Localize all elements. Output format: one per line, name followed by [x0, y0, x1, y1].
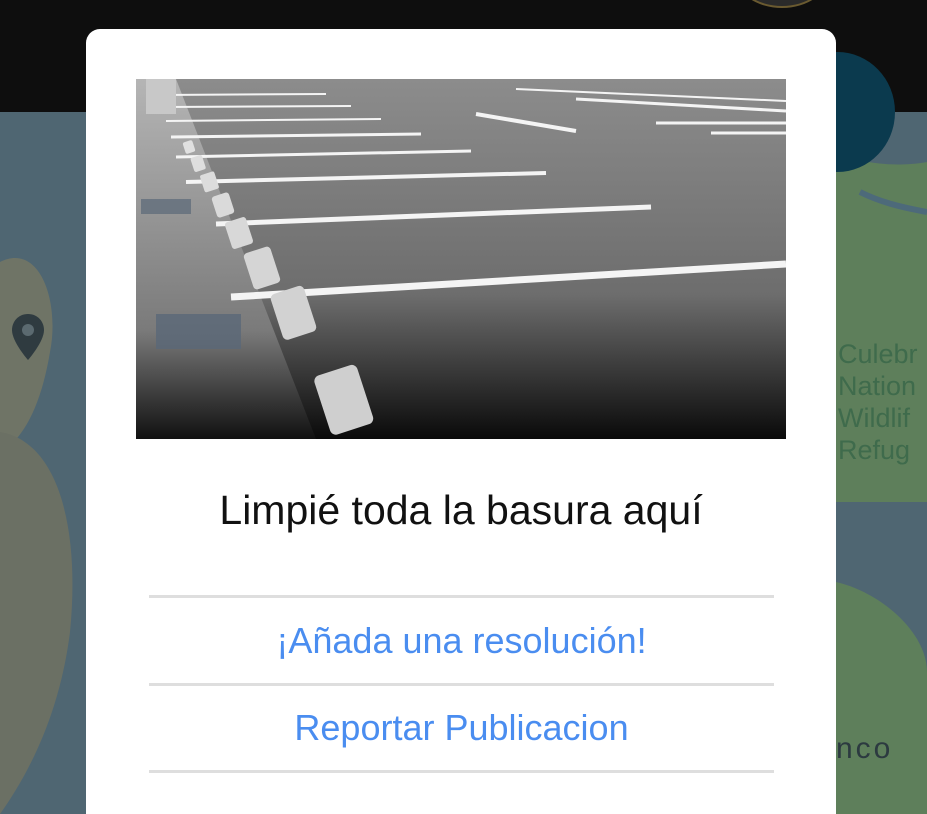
add-resolution-button[interactable]: ¡Añada una resolución! — [149, 599, 774, 683]
post-photo — [136, 79, 786, 439]
post-dialog: Limpié toda la basura aquí ¡Añada una re… — [86, 29, 836, 814]
post-title: Limpié toda la basura aquí — [219, 487, 703, 533]
app-screen: Culebr Nation Wildlif Refug nco Limpié t… — [0, 0, 927, 814]
map-label-line: Nation — [838, 371, 917, 401]
report-post-button[interactable]: Reportar Publicacion — [149, 686, 774, 770]
map-pin-icon[interactable] — [10, 312, 46, 362]
avatar[interactable] — [735, 0, 829, 8]
divider — [149, 595, 774, 598]
parking-lot-image — [136, 79, 786, 439]
divider — [149, 770, 774, 773]
map-place-label: nco — [836, 732, 894, 765]
map-label-line: Refug — [838, 435, 911, 465]
map-label-line: Culebr — [838, 339, 918, 369]
map-label-line: Wildlif — [838, 403, 910, 433]
